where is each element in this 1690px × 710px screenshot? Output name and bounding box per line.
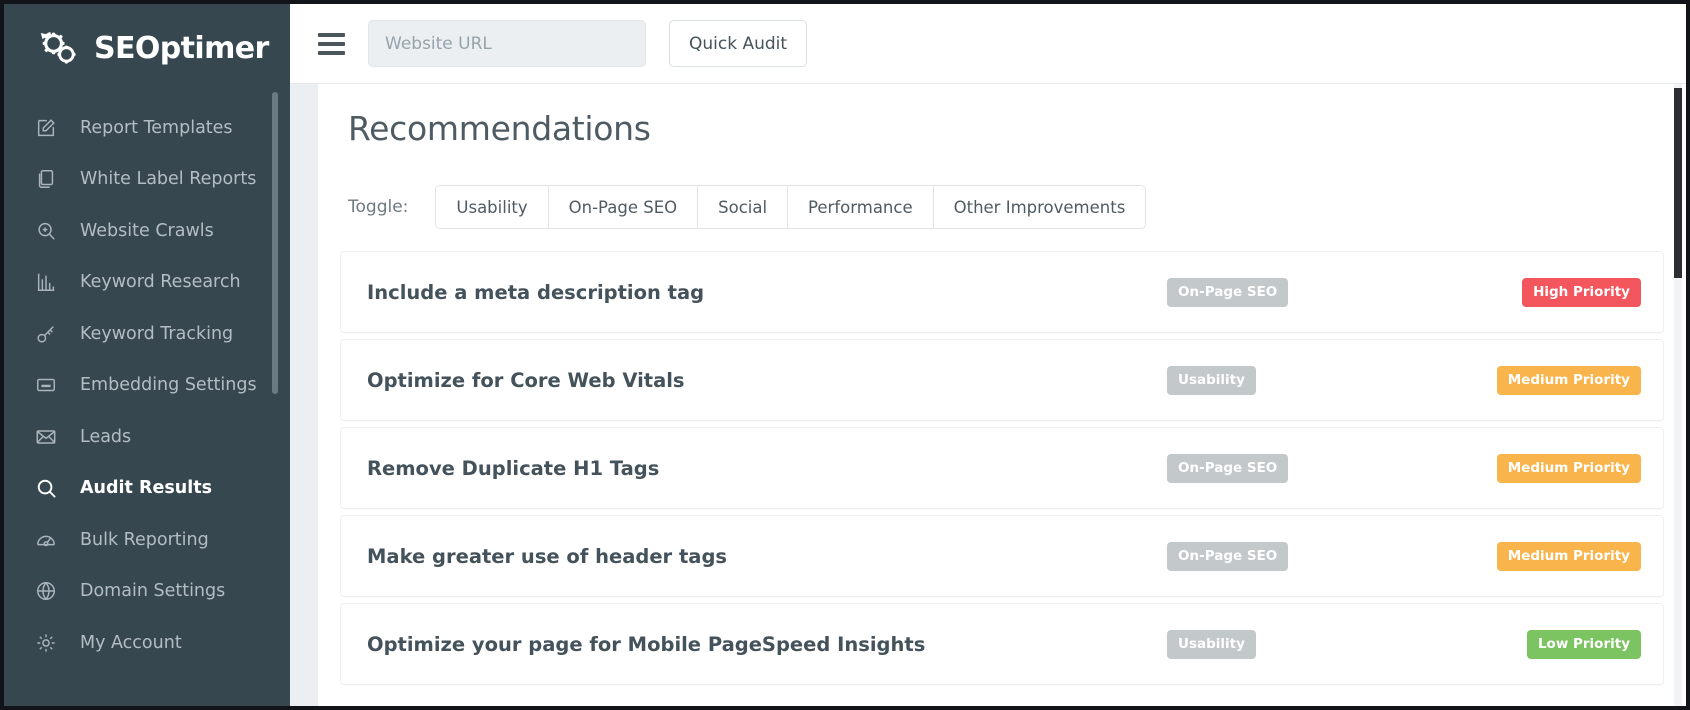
- page-title: Recommendations: [318, 84, 1686, 148]
- website-url-input[interactable]: [368, 20, 646, 67]
- quick-audit-button[interactable]: Quick Audit: [669, 20, 807, 67]
- topbar: Quick Audit: [290, 4, 1686, 84]
- recommendation-title: Make greater use of header tags: [367, 545, 1167, 568]
- sidebar-item-label: Domain Settings: [80, 581, 225, 601]
- main-content: Recommendations Toggle: Usability On-Pag…: [318, 84, 1686, 706]
- sidebar-item-label: Website Crawls: [80, 221, 214, 241]
- sidebar-item-embedding-settings[interactable]: Embedding Settings: [4, 360, 290, 412]
- recommendation-priority-wrap: Low Priority: [1399, 630, 1641, 659]
- toggle-other-improvements[interactable]: Other Improvements: [934, 186, 1146, 228]
- sidebar-item-domain-settings[interactable]: Domain Settings: [4, 566, 290, 618]
- category-badge: Usability: [1167, 366, 1256, 395]
- sidebar-item-keyword-tracking[interactable]: Keyword Tracking: [4, 308, 290, 360]
- recommendation-category-wrap: On-Page SEO: [1167, 278, 1399, 307]
- recommendation-row[interactable]: Make greater use of header tags On-Page …: [340, 515, 1664, 597]
- search-icon: [34, 476, 58, 500]
- sidebar-item-label: White Label Reports: [80, 169, 256, 189]
- copy-document-icon: [34, 167, 58, 191]
- recommendation-priority-wrap: Medium Priority: [1399, 542, 1641, 571]
- pencil-square-icon: [34, 116, 58, 140]
- sidebar-item-label: Bulk Reporting: [80, 530, 209, 550]
- recommendation-category-wrap: On-Page SEO: [1167, 542, 1399, 571]
- category-badge: On-Page SEO: [1167, 454, 1288, 483]
- priority-badge: Medium Priority: [1497, 366, 1641, 395]
- recommendation-title: Optimize your page for Mobile PageSpeed …: [367, 633, 1167, 656]
- sidebar-item-leads[interactable]: Leads: [4, 411, 290, 463]
- sidebar-item-label: Report Templates: [80, 118, 233, 138]
- category-badge: Usability: [1167, 630, 1256, 659]
- toggle-row: Toggle: Usability On-Page SEO Social Per…: [318, 185, 1686, 229]
- priority-badge: Low Priority: [1527, 630, 1641, 659]
- recommendation-row[interactable]: Optimize for Core Web Vitals Usability M…: [340, 339, 1664, 421]
- brand-name: SEOptimer: [94, 31, 269, 66]
- recommendation-title: Optimize for Core Web Vitals: [367, 369, 1167, 392]
- globe-icon: [34, 579, 58, 603]
- bar-chart-icon: [34, 270, 58, 294]
- sidebar-scrollbar[interactable]: [272, 92, 278, 672]
- recommendation-title: Remove Duplicate H1 Tags: [367, 457, 1167, 480]
- hamburger-icon[interactable]: [318, 33, 345, 55]
- gauge-icon: [34, 528, 58, 552]
- recommendation-row[interactable]: Remove Duplicate H1 Tags On-Page SEO Med…: [340, 427, 1664, 509]
- recommendations-list: Include a meta description tag On-Page S…: [318, 251, 1686, 685]
- toggle-performance[interactable]: Performance: [788, 186, 934, 228]
- sidebar-item-label: Keyword Research: [80, 272, 241, 292]
- sidebar-item-website-crawls[interactable]: Website Crawls: [4, 205, 290, 257]
- sidebar-item-label: Embedding Settings: [80, 375, 257, 395]
- category-badge: On-Page SEO: [1167, 278, 1288, 307]
- gear-icon: [34, 631, 58, 655]
- sidebar-nav: Report Templates White Label Reports Web…: [4, 102, 290, 669]
- sidebar-item-label: Leads: [80, 427, 131, 447]
- content-gutter: [290, 84, 318, 706]
- recommendation-priority-wrap: Medium Priority: [1399, 454, 1641, 483]
- recommendation-category-wrap: Usability: [1167, 366, 1399, 395]
- sidebar: SEOptimer Report Templates White Label R…: [4, 4, 290, 706]
- sidebar-item-report-templates[interactable]: Report Templates: [4, 102, 290, 154]
- brand-logo[interactable]: SEOptimer: [4, 4, 290, 90]
- sidebar-item-my-account[interactable]: My Account: [4, 617, 290, 669]
- sidebar-item-label: My Account: [80, 633, 182, 653]
- recommendation-category-wrap: Usability: [1167, 630, 1399, 659]
- recommendation-title: Include a meta description tag: [367, 281, 1167, 304]
- sidebar-item-label: Audit Results: [80, 478, 212, 498]
- sidebar-item-label: Keyword Tracking: [80, 324, 233, 344]
- sidebar-item-white-label-reports[interactable]: White Label Reports: [4, 154, 290, 206]
- recommendation-row[interactable]: Optimize your page for Mobile PageSpeed …: [340, 603, 1664, 685]
- priority-badge: High Priority: [1522, 278, 1641, 307]
- page-scrollbar-thumb[interactable]: [1674, 88, 1682, 278]
- envelope-icon: [34, 425, 58, 449]
- recommendation-category-wrap: On-Page SEO: [1167, 454, 1399, 483]
- priority-badge: Medium Priority: [1497, 454, 1641, 483]
- key-icon: [34, 322, 58, 346]
- search-plus-icon: [34, 219, 58, 243]
- sidebar-item-keyword-research[interactable]: Keyword Research: [4, 257, 290, 309]
- sidebar-item-audit-results[interactable]: Audit Results: [4, 463, 290, 515]
- sidebar-scrollbar-thumb[interactable]: [272, 92, 278, 394]
- category-toggle-group: Usability On-Page SEO Social Performance…: [435, 185, 1146, 229]
- toggle-usability[interactable]: Usability: [436, 186, 548, 228]
- recommendation-row[interactable]: Include a meta description tag On-Page S…: [340, 251, 1664, 333]
- recommendation-priority-wrap: Medium Priority: [1399, 366, 1641, 395]
- app-window: SEOptimer Report Templates White Label R…: [0, 0, 1690, 710]
- sidebar-item-bulk-reporting[interactable]: Bulk Reporting: [4, 514, 290, 566]
- toggle-on-page-seo[interactable]: On-Page SEO: [549, 186, 698, 228]
- gear-arrows-icon: [38, 26, 82, 70]
- priority-badge: Medium Priority: [1497, 542, 1641, 571]
- toggle-label: Toggle:: [348, 197, 408, 217]
- toggle-social[interactable]: Social: [698, 186, 788, 228]
- recommendation-priority-wrap: High Priority: [1399, 278, 1641, 307]
- category-badge: On-Page SEO: [1167, 542, 1288, 571]
- embed-box-icon: [34, 373, 58, 397]
